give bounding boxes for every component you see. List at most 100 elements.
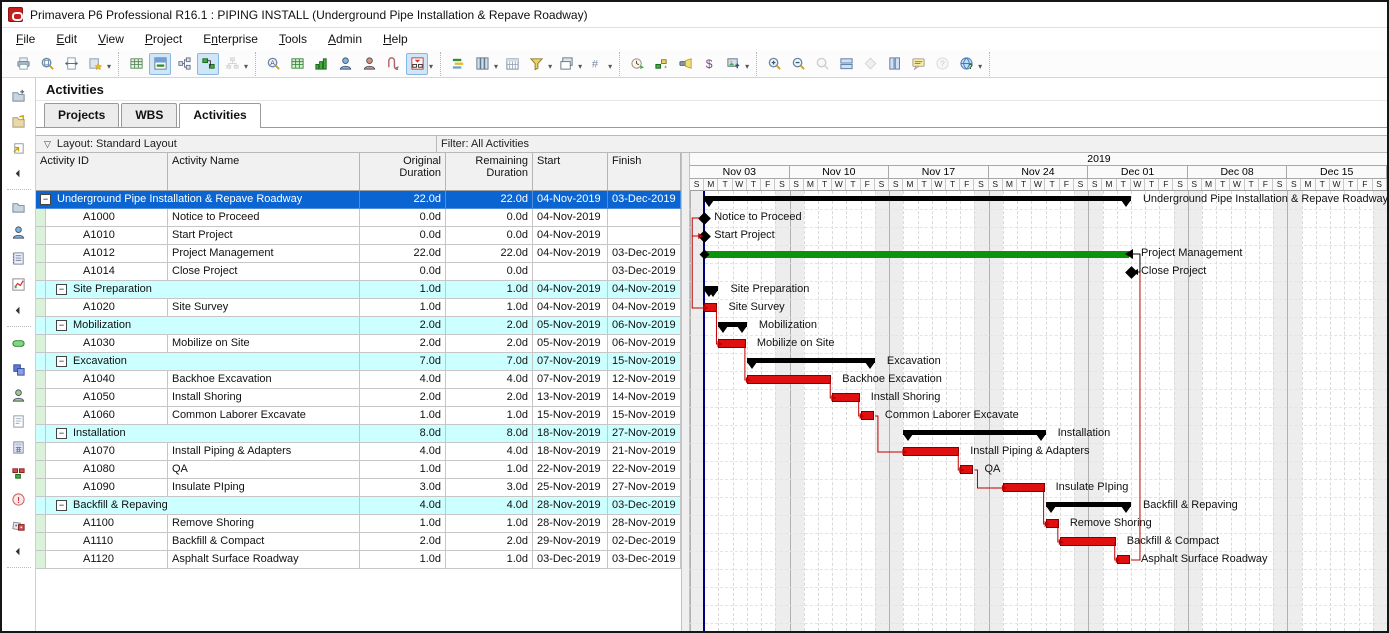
cell-st[interactable]: 13-Nov-2019 (533, 389, 608, 407)
help-icon[interactable]: ? (955, 53, 977, 75)
bottom-layout-icon[interactable] (406, 53, 428, 75)
timescale-week[interactable]: Nov 03 (690, 166, 790, 179)
table-row-A1020[interactable]: A1020Site Survey1.0d1.0d04-Nov-201904-No… (36, 299, 681, 317)
thresholds-icon[interactable] (6, 461, 32, 485)
gantt-bar-underground-pipe-installation-repave-roadway[interactable] (704, 196, 1131, 201)
cell-name-merged[interactable]: −Backfill & Repaving (46, 497, 360, 515)
cell-nm[interactable]: Notice to Proceed (168, 209, 360, 227)
cell-fn[interactable]: 03-Dec-2019 (608, 245, 681, 263)
gantt-bar-A1090[interactable] (1003, 483, 1045, 492)
cell-od[interactable]: 22.0d (360, 245, 446, 263)
cell-rd[interactable]: 4.0d (446, 497, 533, 515)
cell-id[interactable]: A1120 (46, 551, 168, 569)
cell-fn[interactable]: 14-Nov-2019 (608, 389, 681, 407)
tab-wbs[interactable]: WBS (121, 103, 177, 127)
cell-od[interactable]: 4.0d (360, 371, 446, 389)
cell-fn[interactable]: 03-Dec-2019 (608, 263, 681, 281)
table-row-A1014[interactable]: A1014Close Project0.0d0.0d03-Dec-2019 (36, 263, 681, 281)
cell-od[interactable]: 1.0d (360, 461, 446, 479)
page-setup-icon[interactable] (60, 53, 82, 75)
cell-nm[interactable]: Install Shoring (168, 389, 360, 407)
table-row-A1010[interactable]: A1010Start Project0.0d0.0d04-Nov-2019 (36, 227, 681, 245)
add-columns-icon[interactable] (125, 53, 147, 75)
gantt-bar-A1120[interactable] (1117, 555, 1130, 564)
collapse-minus-icon[interactable]: − (56, 320, 67, 331)
row-band[interactable] (36, 281, 46, 299)
update-progress-icon[interactable]: $ (698, 53, 720, 75)
collapse-minus-icon[interactable]: − (56, 356, 67, 367)
cell-fn[interactable]: 22-Nov-2019 (608, 461, 681, 479)
dropdown-arrow-icon[interactable]: ▾ (107, 62, 111, 71)
resource-usage-profile-icon[interactable] (310, 53, 332, 75)
cell-id[interactable]: A1110 (46, 533, 168, 551)
timescale-week[interactable]: Nov 24 (989, 166, 1089, 179)
cell-nm[interactable]: Remove Shoring (168, 515, 360, 533)
top-layout-icon[interactable] (149, 53, 171, 75)
dropdown-arrow-icon[interactable]: ▾ (978, 62, 982, 71)
roles-icon[interactable] (358, 53, 380, 75)
column-header-activity-name[interactable]: Activity Name (168, 153, 360, 190)
cell-id[interactable]: A1012 (46, 245, 168, 263)
cell-fn[interactable]: 12-Nov-2019 (608, 371, 681, 389)
cell-nm[interactable]: Install Piping & Adapters (168, 443, 360, 461)
cell-name-merged[interactable]: −Site Preparation (46, 281, 360, 299)
table-row-excavation[interactable]: −Excavation7.0d7.0d07-Nov-201915-Nov-201… (36, 353, 681, 371)
cell-id[interactable]: A1030 (46, 335, 168, 353)
filter-bar[interactable]: Filter: All Activities (437, 136, 1387, 152)
table-row-mobilization[interactable]: −Mobilization2.0d2.0d05-Nov-201906-Nov-2… (36, 317, 681, 335)
cell-rd[interactable]: 0.0d (446, 227, 533, 245)
menu-edit[interactable]: Edit (56, 32, 77, 46)
timescale-week[interactable]: Dec 15 (1287, 166, 1387, 179)
timescale-week[interactable]: Dec 08 (1188, 166, 1288, 179)
cell-st[interactable]: 04-Nov-2019 (533, 245, 608, 263)
cell-fn[interactable]: 21-Nov-2019 (608, 443, 681, 461)
vertical-split-icon[interactable] (883, 53, 905, 75)
cell-st[interactable]: 04-Nov-2019 (533, 227, 608, 245)
publish-project-icon[interactable] (84, 53, 106, 75)
timescale-week[interactable]: Nov 10 (790, 166, 890, 179)
gantt-bar-A1030[interactable] (718, 339, 745, 348)
row-band[interactable] (36, 209, 46, 227)
cell-rd[interactable]: 1.0d (446, 281, 533, 299)
menu-help[interactable]: Help (383, 32, 408, 46)
collapse-arrow-icon[interactable] (6, 161, 32, 185)
cell-st[interactable] (533, 263, 608, 281)
cell-rd[interactable]: 1.0d (446, 407, 533, 425)
cell-rd[interactable]: 2.0d (446, 317, 533, 335)
cell-od[interactable]: 1.0d (360, 281, 446, 299)
cell-st[interactable]: 04-Nov-2019 (533, 299, 608, 317)
gantt-bar-A1060[interactable] (861, 411, 874, 420)
cell-fn[interactable]: 27-Nov-2019 (608, 479, 681, 497)
table-row-underground-pipe-installation-repave-roadway[interactable]: −Underground Pipe Installation & Repave … (36, 191, 681, 209)
row-band[interactable] (36, 425, 46, 443)
zoom-out-icon[interactable] (787, 53, 809, 75)
table-row-A1080[interactable]: A1080QA1.0d1.0d22-Nov-201922-Nov-2019 (36, 461, 681, 479)
cell-st[interactable]: 03-Dec-2019 (533, 551, 608, 569)
cell-nm[interactable]: Insulate PIping (168, 479, 360, 497)
row-band[interactable] (36, 317, 46, 335)
cell-od[interactable]: 4.0d (360, 443, 446, 461)
gantt-bar-A1040[interactable] (747, 375, 831, 384)
collapse-minus-icon[interactable]: − (56, 428, 67, 439)
dropdown-arrow-icon[interactable]: ▾ (608, 62, 612, 71)
gantt-bar-A1050[interactable] (832, 393, 859, 402)
cell-nm[interactable]: Asphalt Surface Roadway (168, 551, 360, 569)
cell-st[interactable]: 18-Nov-2019 (533, 443, 608, 461)
table-row-A1050[interactable]: A1050Install Shoring2.0d2.0d13-Nov-20191… (36, 389, 681, 407)
cell-id[interactable]: A1014 (46, 263, 168, 281)
cell-od[interactable]: 1.0d (360, 551, 446, 569)
cell-nm[interactable]: Start Project (168, 227, 360, 245)
cell-od[interactable]: 1.0d (360, 299, 446, 317)
table-row-A1120[interactable]: A1120Asphalt Surface Roadway1.0d1.0d03-D… (36, 551, 681, 569)
cell-od[interactable]: 1.0d (360, 407, 446, 425)
row-band[interactable] (36, 461, 46, 479)
row-band[interactable] (36, 245, 46, 263)
gantt-bar-backfill-repaving[interactable] (1046, 502, 1131, 507)
cell-nm[interactable]: Backhoe Excavation (168, 371, 360, 389)
columns-icon[interactable] (471, 53, 493, 75)
row-band[interactable] (36, 479, 46, 497)
column-header-finish[interactable]: Finish (608, 153, 681, 190)
group-sort-icon[interactable] (447, 53, 469, 75)
table-row-installation[interactable]: −Installation8.0d8.0d18-Nov-201927-Nov-2… (36, 425, 681, 443)
wbs-icon[interactable] (6, 357, 32, 381)
